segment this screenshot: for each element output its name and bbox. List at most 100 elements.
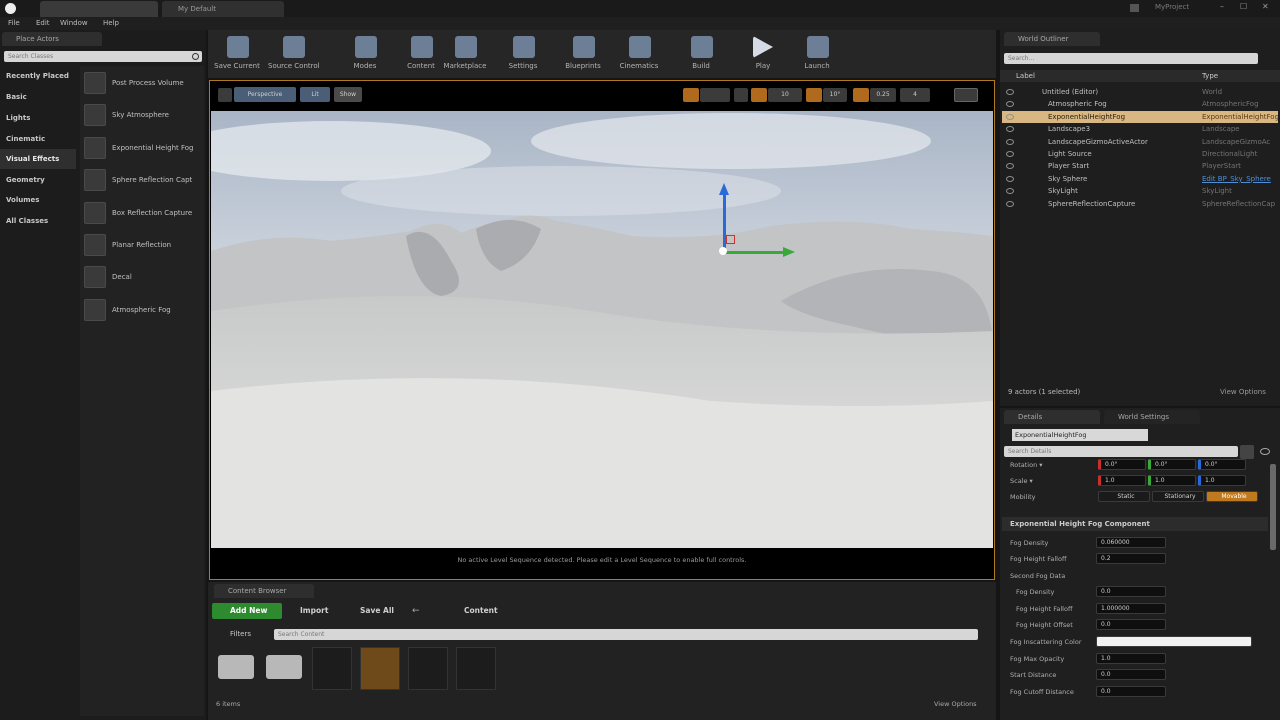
level-tab[interactable]: [40, 1, 158, 17]
play-toolbar-button[interactable]: Play: [738, 34, 788, 74]
translate-tool-icon[interactable]: [683, 88, 699, 102]
modes-toolbar-button[interactable]: Modes: [340, 34, 390, 74]
visibility-eye-icon[interactable]: [1006, 89, 1014, 95]
build-toolbar-button[interactable]: Build: [676, 34, 726, 74]
save-all-button[interactable]: Save All: [348, 604, 394, 618]
visibility-eye-icon[interactable]: [1006, 151, 1014, 157]
viewport-scene[interactable]: [211, 111, 993, 548]
notification-icon[interactable]: [1130, 4, 1139, 12]
rotate-tool-icon[interactable]: [700, 88, 730, 102]
actor-sphere-reflection-capture[interactable]: Sphere Reflection Capt: [82, 165, 200, 195]
actor-decal[interactable]: Decal: [82, 262, 200, 292]
visibility-eye-icon[interactable]: [1006, 188, 1014, 195]
fog-density-2-field[interactable]: 0.0: [1096, 586, 1166, 597]
category-geometry[interactable]: Geometry: [0, 170, 76, 190]
menu-edit[interactable]: Edit: [36, 17, 50, 30]
details-scrollbar[interactable]: [1270, 464, 1276, 550]
source-control-toolbar-button[interactable]: Source Control: [268, 34, 320, 74]
fog-height-falloff-2-field[interactable]: 1.000000: [1096, 603, 1166, 614]
rotation-y-field[interactable]: 0.0°: [1148, 459, 1196, 470]
rotation-snap-icon[interactable]: [806, 88, 822, 102]
actor-name-field[interactable]: ExponentialHeightFog: [1012, 429, 1148, 441]
import-button[interactable]: Import: [290, 604, 328, 618]
category-recently-placed[interactable]: Recently Placed: [0, 66, 76, 86]
category-cinematic[interactable]: Cinematic: [0, 129, 76, 149]
outliner-row[interactable]: Light Source DirectionalLight: [1002, 148, 1278, 160]
world-outliner-tab[interactable]: World Outliner: [1004, 32, 1100, 46]
section-header[interactable]: Exponential Height Fog Component: [1002, 517, 1268, 531]
settings-toolbar-button[interactable]: Settings: [498, 34, 548, 74]
menu-window[interactable]: Window: [60, 17, 88, 30]
column-type[interactable]: Type: [1202, 70, 1218, 82]
marketplace-toolbar-button[interactable]: Marketplace: [440, 34, 490, 74]
scale-snap-icon[interactable]: [853, 88, 869, 102]
visibility-eye-icon[interactable]: [1006, 200, 1014, 207]
rotation-snap-value[interactable]: 10°: [823, 88, 847, 102]
cinematics-toolbar-button[interactable]: Cinematics: [614, 34, 664, 74]
second-fog-data-row[interactable]: Second Fog Data: [1002, 568, 1268, 584]
outliner-row[interactable]: SkyLight SkyLight: [1002, 185, 1278, 197]
fog-inscattering-color-swatch[interactable]: [1096, 636, 1252, 647]
close-button[interactable]: ✕: [1262, 2, 1269, 11]
maximize-viewport-button[interactable]: [954, 88, 978, 102]
visibility-eye-icon[interactable]: [1006, 175, 1014, 182]
start-distance-field[interactable]: 0.0: [1096, 669, 1166, 680]
show-button[interactable]: Show: [334, 87, 362, 102]
folder-asset[interactable]: [264, 647, 304, 690]
rotation-z-field[interactable]: 0.0°: [1198, 459, 1246, 470]
minimize-button[interactable]: –: [1220, 2, 1224, 11]
maximize-button[interactable]: ☐: [1240, 2, 1247, 11]
actor-planar-reflection[interactable]: Planar Reflection: [82, 230, 200, 260]
outliner-row[interactable]: Atmospheric Fog AtmosphericFog: [1002, 98, 1278, 110]
actor-box-reflection-capture[interactable]: Box Reflection Capture: [82, 198, 200, 228]
eye-icon[interactable]: [1260, 448, 1270, 455]
scale-snap-value[interactable]: 0.25: [870, 88, 896, 102]
filters-button[interactable]: Filters: [230, 629, 251, 639]
actor-atmospheric-fog[interactable]: Atmospheric Fog: [82, 295, 200, 325]
visibility-eye-icon[interactable]: [1006, 163, 1014, 170]
menu-help[interactable]: Help: [103, 17, 119, 30]
category-lights[interactable]: Lights: [0, 108, 76, 128]
rotation-x-field[interactable]: 0.0°: [1098, 459, 1146, 470]
outliner-row[interactable]: LandscapeGizmoActiveActor LandscapeGizmoA…: [1002, 136, 1278, 148]
outliner-row[interactable]: Untitled (Editor) World: [1002, 86, 1278, 98]
menu-file[interactable]: File: [8, 17, 20, 30]
map-asset[interactable]: [456, 647, 496, 690]
view-options-button[interactable]: View Options: [934, 700, 977, 708]
content-search-input[interactable]: Search Content: [274, 629, 978, 640]
column-label[interactable]: Label: [1016, 70, 1035, 82]
outliner-row[interactable]: Player Start PlayerStart: [1002, 160, 1278, 172]
outliner-row[interactable]: Sky Sphere Edit BP_Sky_Sphere: [1002, 173, 1278, 185]
scale-z-field[interactable]: 1.0: [1198, 475, 1246, 486]
actor-exponential-height-fog[interactable]: Exponential Height Fog: [82, 133, 200, 163]
fog-density-field[interactable]: 0.060000: [1096, 537, 1166, 548]
fog-cutoff-distance-field[interactable]: 0.0: [1096, 686, 1166, 697]
outliner-row[interactable]: ExponentialHeightFog ExponentialHeightFog: [1002, 110, 1278, 123]
scale-y-field[interactable]: 1.0: [1148, 475, 1196, 486]
level-tab-active[interactable]: My Default: [162, 1, 284, 17]
mobility-static-button[interactable]: Static: [1098, 491, 1150, 502]
outliner-search-input[interactable]: Search...: [1004, 53, 1258, 64]
visibility-eye-icon[interactable]: [1006, 138, 1014, 145]
add-new-button[interactable]: Add New: [212, 603, 282, 619]
fog-max-opacity-field[interactable]: 1.0: [1096, 653, 1166, 664]
viewport-options-button[interactable]: [218, 88, 232, 102]
lit-button[interactable]: Lit: [300, 87, 330, 102]
perspective-button[interactable]: Perspective: [234, 87, 296, 102]
world-local-icon[interactable]: [734, 88, 748, 102]
fog-height-offset-field[interactable]: 0.0: [1096, 619, 1166, 630]
visibility-eye-icon[interactable]: [1006, 101, 1014, 108]
outliner-view-options[interactable]: View Options: [1220, 388, 1266, 396]
save-toolbar-button[interactable]: Save Current: [212, 34, 262, 74]
blueprints-toolbar-button[interactable]: Blueprints: [558, 34, 608, 74]
world-settings-tab[interactable]: World Settings: [1104, 410, 1200, 424]
actor-post-process-volume[interactable]: Post Process Volume: [82, 68, 200, 98]
outliner-row[interactable]: SphereReflectionCapture SphereReflectionC…: [1002, 198, 1278, 210]
category-volumes[interactable]: Volumes: [0, 190, 76, 210]
transform-gizmo-y-arrow[interactable]: [726, 251, 786, 254]
landscape-asset[interactable]: [360, 647, 400, 690]
path-content-button[interactable]: Content: [448, 604, 498, 618]
camera-speed-button[interactable]: 4: [900, 88, 930, 102]
place-actors-tab[interactable]: Place Actors: [2, 32, 102, 46]
content-browser-tab[interactable]: Content Browser: [214, 584, 314, 598]
